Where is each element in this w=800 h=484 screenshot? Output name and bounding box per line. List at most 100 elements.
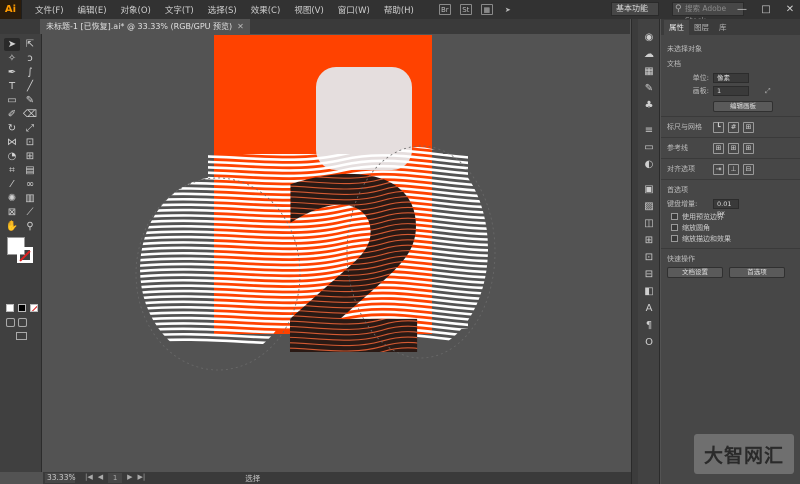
gradient-mode-icon[interactable] (18, 304, 26, 312)
color-mode-icon[interactable] (6, 304, 14, 312)
symbols-icon[interactable]: ♣ (638, 99, 660, 113)
menu-file[interactable]: 文件(F) (28, 4, 71, 16)
lasso-tool-icon[interactable]: ↄ (22, 52, 38, 65)
preferences-button[interactable]: 首选项 (729, 267, 785, 278)
menu-edit[interactable]: 编辑(E) (71, 4, 114, 16)
swatches-icon[interactable]: ▦ (638, 65, 660, 79)
hand-tool-icon[interactable]: ✋ (4, 220, 20, 233)
artboard-number-field[interactable]: 1 (108, 473, 123, 483)
show-guides-icon[interactable]: ⊞ (713, 142, 724, 154)
menu-object[interactable]: 对象(O) (114, 4, 158, 16)
close-tab-icon[interactable]: ✕ (237, 19, 244, 34)
menu-help[interactable]: 帮助(H) (377, 4, 421, 16)
color-guide-icon[interactable]: ◉ (638, 31, 660, 45)
tab-properties[interactable]: 属性 (664, 20, 689, 35)
menu-select[interactable]: 选择(S) (201, 4, 244, 16)
gradient-tool-icon[interactable]: ▤ (22, 164, 38, 177)
minimize-button[interactable]: — (736, 4, 748, 15)
ruler-icon[interactable]: ┗ (713, 121, 724, 133)
mesh-tool-icon[interactable]: ⌗ (4, 164, 20, 177)
line-tool-icon[interactable]: ╱ (22, 80, 38, 93)
menu-type[interactable]: 文字(T) (158, 4, 201, 16)
transparency-icon[interactable]: ◐ (638, 158, 660, 172)
layers-icon[interactable]: ◫ (638, 217, 660, 231)
pixel-grid-icon[interactable]: ⊞ (743, 121, 754, 133)
artboard-options-icon[interactable]: ⤢ (765, 87, 771, 96)
snap-to-pixel-icon[interactable]: ⊟ (743, 163, 754, 175)
column-graph-tool-icon[interactable]: ▥ (22, 192, 38, 205)
stroke-swatch[interactable] (17, 247, 33, 263)
bridge-icon[interactable]: Br (438, 4, 451, 15)
first-artboard-icon[interactable]: |◀ (85, 473, 93, 483)
none-mode-icon[interactable] (30, 304, 38, 312)
scale-tool-icon[interactable]: ⤢ (22, 122, 38, 135)
stroke-panel-icon[interactable]: ≡ (638, 124, 660, 138)
graphic-styles-icon[interactable]: ▨ (638, 200, 660, 214)
units-dropdown[interactable]: 像素 (713, 73, 749, 83)
shape-builder-tool-icon[interactable]: ◔ (4, 150, 20, 163)
tab-layers[interactable]: 图层 (689, 20, 714, 35)
transform-icon[interactable]: ⊡ (638, 251, 660, 265)
eraser-tool-icon[interactable]: ⌫ (22, 108, 38, 121)
eyedropper-tool-icon[interactable]: ⁄ (4, 178, 20, 191)
last-artboard-icon[interactable]: ▶| (138, 473, 146, 483)
snap-to-grid-icon[interactable]: ⇥ (713, 163, 724, 175)
menu-effect[interactable]: 效果(C) (244, 4, 288, 16)
maximize-button[interactable]: □ (760, 4, 772, 15)
smart-guides-icon[interactable]: ⊞ (743, 142, 754, 154)
menu-window[interactable]: 窗口(W) (331, 4, 377, 16)
curvature-tool-icon[interactable]: ∫ (22, 66, 38, 79)
pen-tool-icon[interactable]: ✒ (4, 66, 20, 79)
align-icon[interactable]: ⊟ (638, 268, 660, 282)
direct-selection-tool-icon[interactable]: ⇱ (22, 38, 38, 51)
libraries-icon[interactable]: ☁ (638, 48, 660, 62)
edit-artboards-button[interactable]: 编辑画板 (713, 101, 773, 112)
magic-wand-tool-icon[interactable]: ✧ (4, 52, 20, 65)
free-transform-tool-icon[interactable]: ⊡ (22, 136, 38, 149)
send-icon[interactable]: ➤ (502, 4, 514, 15)
document-tab[interactable]: 未标题-1 [已恢复].ai* @ 33.33% (RGB/GPU 预览) ✕ (40, 19, 250, 34)
workspace-switcher[interactable]: 基本功能 (611, 2, 659, 16)
menu-view[interactable]: 视图(V) (287, 4, 330, 16)
tab-libraries[interactable]: 库 (714, 20, 732, 35)
appearance-icon[interactable]: ▣ (638, 183, 660, 197)
pathfinder-icon[interactable]: ◧ (638, 285, 660, 299)
symbol-sprayer-tool-icon[interactable]: ✺ (4, 192, 20, 205)
artboard-tool-icon[interactable]: ⊠ (4, 206, 20, 219)
stock-search-input[interactable]: ⚲ 搜索 Adobe Stock (672, 2, 744, 25)
artboards-icon[interactable]: ⊞ (638, 234, 660, 248)
rotate-tool-icon[interactable]: ↻ (4, 122, 20, 135)
paragraph-icon[interactable]: ¶ (638, 319, 660, 333)
draw-normal-icon[interactable] (6, 318, 15, 327)
grid-icon[interactable]: # (728, 121, 739, 133)
next-artboard-icon[interactable]: ▶ (127, 473, 132, 483)
snap-to-point-icon[interactable]: ⊥ (728, 163, 739, 175)
shaper-tool-icon[interactable]: ✐ (4, 108, 20, 121)
previous-artboard-icon[interactable]: ◀ (98, 473, 103, 483)
close-button[interactable]: ✕ (784, 4, 796, 15)
opentype-icon[interactable]: O (638, 336, 660, 350)
scale-strokes-checkbox[interactable]: 缩放描边和效果 (671, 233, 794, 244)
character-icon[interactable]: A (638, 302, 660, 316)
paintbrush-tool-icon[interactable]: ✎ (22, 94, 38, 107)
zoom-tool-icon[interactable]: ⚲ (22, 220, 38, 233)
dock-resize-strip[interactable] (631, 19, 638, 484)
arrange-documents-icon[interactable]: ▦ (480, 4, 493, 15)
canvas[interactable]: 2 (43, 34, 631, 472)
brushes-icon[interactable]: ✎ (638, 82, 660, 96)
zoom-level-field[interactable]: 33.33% (45, 473, 76, 483)
stock-icon[interactable]: St (459, 4, 472, 15)
rectangle-tool-icon[interactable]: ▭ (4, 94, 20, 107)
use-preview-bounds-checkbox[interactable]: 使用预览边界 (671, 211, 794, 222)
perspective-grid-tool-icon[interactable]: ⊞ (22, 150, 38, 163)
keyboard-increment-field[interactable]: 0.01 px (713, 199, 739, 217)
slice-tool-icon[interactable]: ⟋ (22, 206, 38, 219)
screen-mode-icon[interactable] (16, 332, 27, 340)
type-tool-icon[interactable]: T (4, 80, 20, 93)
gradient-panel-icon[interactable]: ▭ (638, 141, 660, 155)
scale-corners-checkbox[interactable]: 缩放圆角 (671, 222, 794, 233)
width-tool-icon[interactable]: ⋈ (4, 136, 20, 149)
artboard-dropdown[interactable]: 1 (713, 86, 749, 96)
draw-behind-icon[interactable] (18, 318, 27, 327)
document-setup-button[interactable]: 文档设置 (667, 267, 723, 278)
